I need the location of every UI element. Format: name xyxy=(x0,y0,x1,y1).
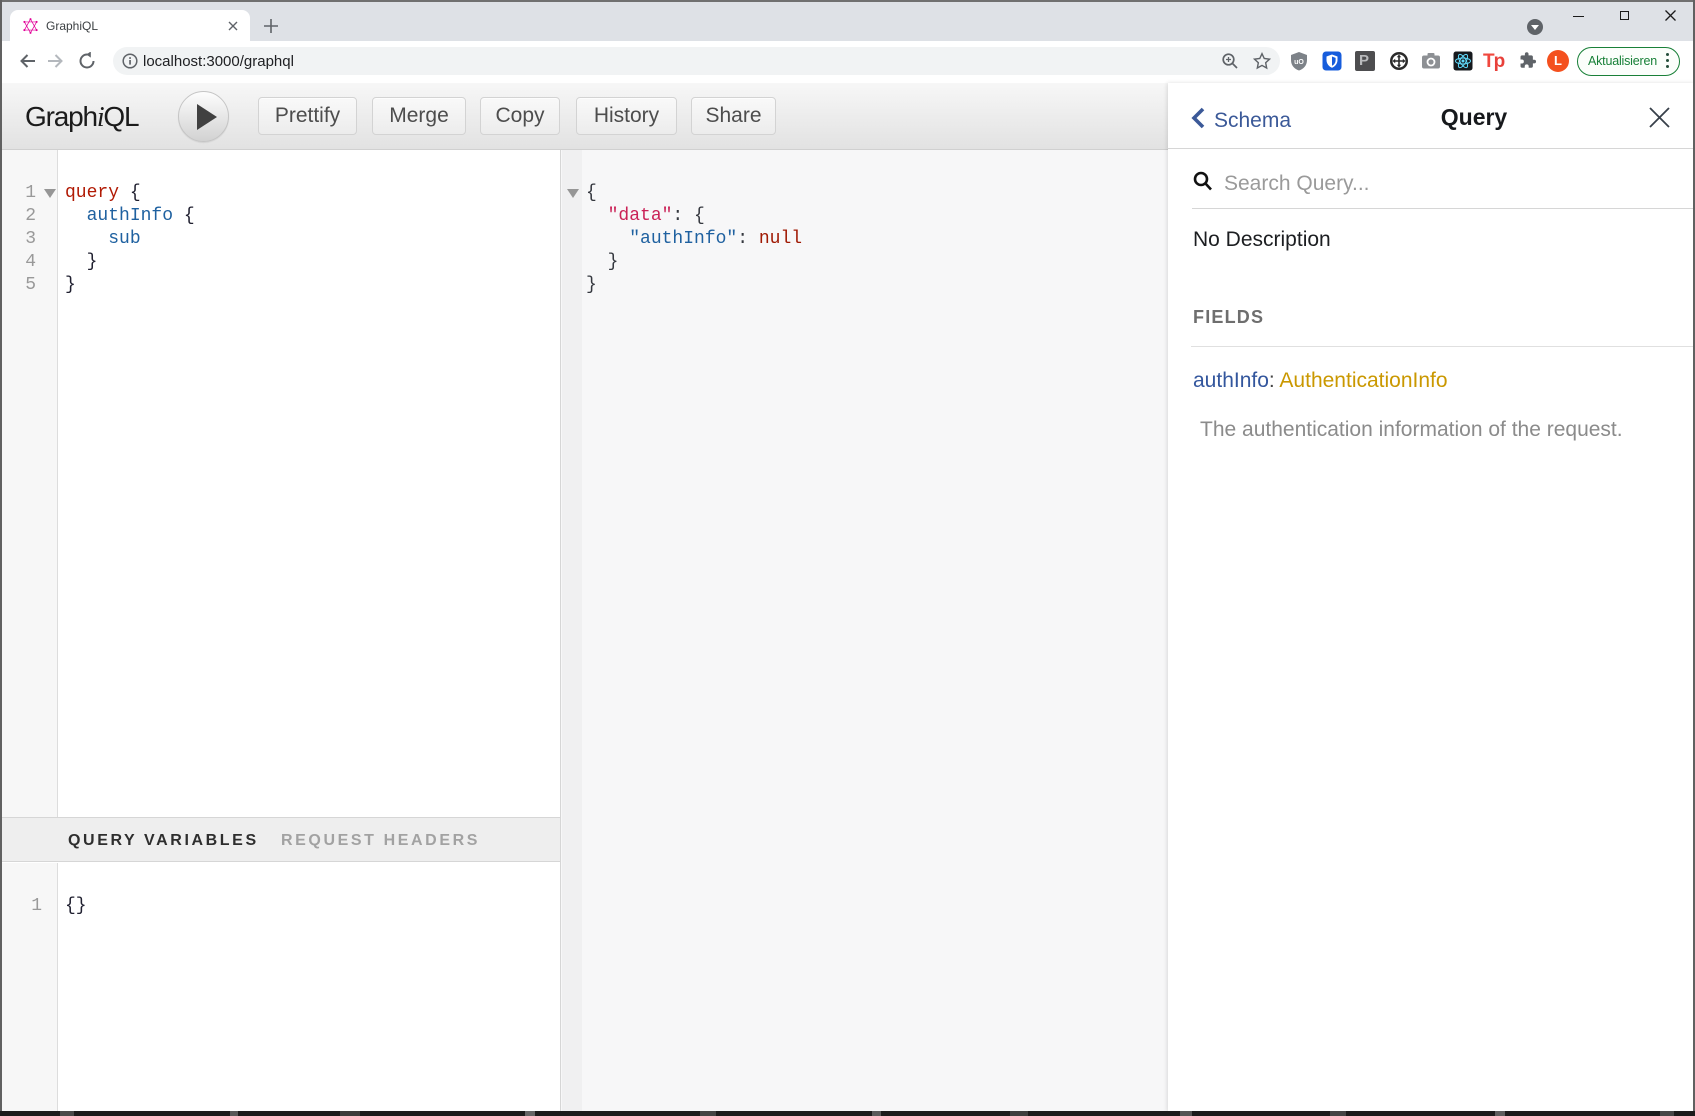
svg-text:uO: uO xyxy=(1294,59,1304,66)
